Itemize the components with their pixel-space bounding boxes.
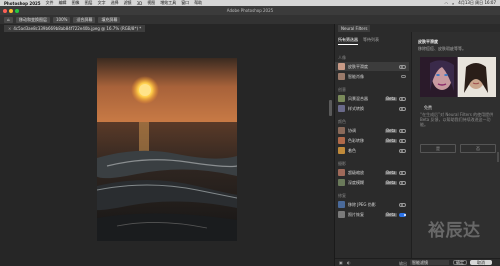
status-bar [0,252,334,266]
color-transfer-thumb-icon [338,137,345,144]
beta-badge: Beta [384,95,397,101]
beta-badge: Beta [384,169,397,175]
filter-row-harmonization[interactable]: 协调 Beta [335,126,409,135]
ok-button[interactable]: 确定 [453,260,467,265]
smart-portrait-thumb-icon [338,73,345,80]
filter-toggle[interactable] [399,212,406,217]
window-title: Adobe Photoshop 2025 [226,8,274,13]
depth-blur-thumb-icon [338,179,345,186]
note-title: 免费 [424,105,432,110]
filter-label: 风景混合器 [348,95,368,101]
filter-label: 色彩转移 [348,137,364,143]
filter-row-colorize[interactable]: 着色 [335,146,409,155]
jpeg-artifacts-thumb-icon [338,201,345,208]
panel-footer: ▣ ◐ 输出 智能滤镜 确定 取消 [335,258,500,266]
filter-toggle[interactable] [399,96,406,101]
feedback-no-button[interactable]: 否 [460,144,496,153]
wifi-icon[interactable]: ◠ [445,1,449,6]
filter-row-landscape-mixer[interactable]: 风景混合器 Beta [335,94,409,103]
super-zoom-thumb-icon [338,169,345,176]
filter-toggle[interactable] [399,202,406,207]
search-icon[interactable]: ⌕ [452,1,454,6]
layer-preview-icon[interactable]: ▣ [339,260,343,265]
filter-detail-description: 移除痘痘、皮肤瑕疵等等。 [418,46,466,51]
filter-row-jpeg-artifacts[interactable]: 移除 JPEG 伪影 [335,200,409,209]
cancel-button[interactable]: 取消 [470,260,492,265]
filter-label: 深度模糊 [348,179,364,185]
filter-toggle[interactable] [399,64,406,69]
category-photography: 摄影 [338,161,346,166]
filter-tabs: 所有筛选器 等待列表 [338,37,379,45]
canvas-vertical-scrollbar[interactable] [329,100,332,116]
document-tab-label: 4c5ad3ae8c339b669b8ab84f722e40b.jpeg @ 1… [13,26,142,31]
colorize-thumb-icon [338,147,345,154]
filter-row-smart-portrait[interactable]: 智能肖像 [335,72,409,81]
filter-label: 超级缩放 [348,169,364,175]
skin-smoothing-thumb-icon [338,63,345,70]
home-icon[interactable]: ⌂ [4,16,13,23]
category-color: 颜色 [338,119,346,124]
move-transform-button[interactable]: 移动和变换图层 [16,16,50,23]
options-bar: ⌂ 移动和变换图层 100% 适合屏幕 填充屏幕 [0,15,500,24]
filter-detail-title: 皮肤平滑度 [418,39,438,44]
filter-row-photo-restoration[interactable]: 照片恢复 Beta [335,210,409,219]
tab-all-filters[interactable]: 所有筛选器 [338,37,358,45]
filter-row-super-zoom[interactable]: 超级缩放 Beta [335,168,409,177]
filter-label: 样式转换 [348,105,364,111]
beta-badge: Beta [384,137,397,143]
filter-label: 照片恢复 [348,211,364,217]
fit-screen-button[interactable]: 适合屏幕 [73,16,96,23]
beta-badge: Beta [384,179,397,185]
feedback-yes-button[interactable]: 是 [420,144,456,153]
output-select[interactable]: 智能滤镜 [410,260,449,265]
compare-icon[interactable]: ◐ [347,260,351,265]
fill-screen-button[interactable]: 填充屏幕 [98,16,121,23]
filter-row-skin-smoothing[interactable]: 皮肤平滑度 [335,62,409,71]
document-tabbar: × 4c5ad3ae8c339b669b8ab84f722e40b.jpeg @ … [0,24,334,32]
filter-toggle[interactable] [399,180,406,185]
beta-badge: Beta [384,211,397,217]
zoom-100-button[interactable]: 100% [53,16,71,23]
document-image[interactable] [97,58,237,241]
panel-header: Neural Filters [335,24,500,32]
harmonization-thumb-icon [338,127,345,134]
filter-label: 智能肖像 [348,73,364,79]
detail-scrollbar[interactable] [497,152,499,162]
filter-toggle[interactable] [399,138,406,143]
filter-label: 协调 [348,127,356,133]
beta-badge: Beta [384,127,397,133]
note-body: “在生成后”对 Neural Filters 的使用提供 Beta 反馈，以帮助… [420,112,494,127]
document-tab[interactable]: × 4c5ad3ae8c339b669b8ab84f722e40b.jpeg @ … [4,25,146,32]
filter-list: 所有筛选器 等待列表 人像 皮肤平滑度 智能肖像 创意 风景混合器 Beta 样… [335,32,411,258]
category-restoration: 修复 [338,193,346,198]
category-portrait: 人像 [338,55,346,60]
window-titlebar: Adobe Photoshop 2025 [0,6,500,15]
filter-row-color-transfer[interactable]: 色彩转移 Beta [335,136,409,145]
filter-row-depth-blur[interactable]: 深度模糊 Beta [335,178,409,187]
app-menu[interactable]: Photoshop 2025 [4,1,41,6]
filter-label: 移除 JPEG 伪影 [348,201,376,207]
filter-label: 着色 [348,147,356,153]
portrait-preview [420,57,496,97]
feedback-buttons: 是 否 [420,144,496,153]
menu-3d[interactable]: 3D [137,1,143,6]
filter-label: 皮肤平滑度 [348,63,368,69]
filter-toggle[interactable] [399,170,406,175]
close-tab-icon[interactable]: × [8,26,11,31]
filter-toggle[interactable] [399,106,406,111]
filter-toggle[interactable] [399,128,406,133]
cloud-download-icon[interactable] [401,75,406,78]
category-creative: 创意 [338,87,346,92]
sunset-sea-photo [97,58,237,241]
style-transfer-thumb-icon [338,105,345,112]
filter-toggle[interactable] [399,148,406,153]
watermark-text: 裕辰达 [428,221,481,241]
output-label: 输出 [399,261,407,266]
photo-restoration-thumb-icon [338,211,345,218]
panel-title[interactable]: Neural Filters [338,25,371,32]
tab-wait-list[interactable]: 等待列表 [363,37,379,45]
filter-preview-image [420,57,496,97]
filter-row-style-transfer[interactable]: 样式转换 [335,104,409,113]
landscape-mixer-thumb-icon [338,95,345,102]
